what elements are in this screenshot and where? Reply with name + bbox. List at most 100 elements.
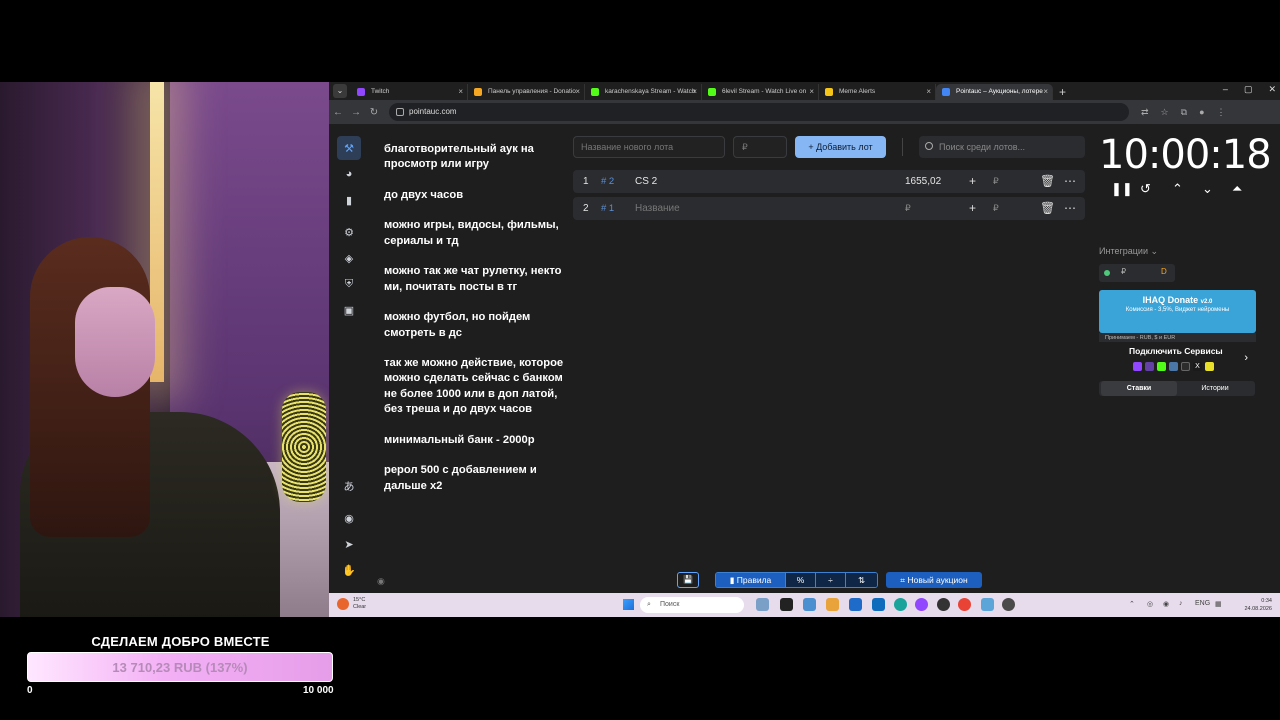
ihaq-donate-banner[interactable]: IHAQ Donate v2.0 Комиссия - 3,5%, Виджет… — [1099, 290, 1256, 333]
browser-tab[interactable]: Meme Alerts × — [819, 84, 936, 100]
split-icon[interactable]: ÷ — [816, 573, 846, 587]
translate-icon[interactable]: ⇄ — [1141, 107, 1149, 118]
network-icon[interactable]: ▦ — [1215, 600, 1222, 608]
lot-row[interactable]: 1 # 2 CS 2 1655,02 + ₽ 🗑 ⋯ — [573, 170, 1085, 193]
add-bid-icon[interactable]: + — [969, 170, 976, 193]
maximize-button[interactable]: ▢ — [1244, 84, 1253, 95]
tray-chevron-icon[interactable]: ⌃ — [1129, 600, 1135, 608]
app-icon[interactable] — [1002, 598, 1015, 611]
rules-line: можно так же чат рулетку, некто ми, почи… — [384, 265, 562, 293]
app-icon[interactable] — [780, 598, 793, 611]
add-lot-button[interactable]: + Добавить лот — [795, 136, 886, 158]
tab-close-icon[interactable]: × — [575, 84, 580, 100]
wheel-icon[interactable]: ◕ — [337, 162, 361, 186]
taskbar-search[interactable]: ⌕ Поиск — [640, 597, 744, 613]
lot-id-tag[interactable]: # 1 — [601, 197, 614, 220]
settings-gear-icon[interactable]: ⚙ — [337, 220, 361, 244]
tab-close-icon[interactable]: × — [692, 84, 697, 100]
lot-search-input[interactable]: Поиск среди лотов... — [919, 136, 1085, 158]
rules-button[interactable]: ▮ Правила — [716, 573, 786, 587]
address-bar: ← → ↻ pointauc.com ⇄ ☆ ⧉ ● ⋮ — [329, 100, 1280, 124]
app-icon[interactable] — [981, 598, 994, 611]
chrome-icon[interactable] — [958, 598, 971, 611]
url-field[interactable]: pointauc.com — [389, 103, 1129, 121]
auction-hammer-icon[interactable]: ⚒ — [337, 136, 361, 160]
new-auction-button[interactable]: ⌗ Новый аукцион — [886, 572, 982, 588]
browser-tab[interactable]: 6levil Stream - Watch Live on × — [702, 84, 819, 100]
delete-icon[interactable]: 🗑 — [1040, 170, 1055, 193]
time-double-up-icon[interactable]: ⏶ — [1232, 181, 1242, 197]
tab-bids[interactable]: Ставки — [1101, 381, 1177, 396]
browser-tab[interactable]: karachenskaya Stream - Watch × — [585, 84, 702, 100]
delete-icon[interactable]: 🗑 — [1040, 197, 1055, 220]
tab-close-icon[interactable]: × — [1043, 84, 1048, 100]
obs-icon[interactable] — [937, 598, 950, 611]
reset-icon[interactable]: ↺ — [1140, 181, 1151, 197]
tray-app-icon[interactable]: ◎ — [1147, 600, 1153, 608]
translate-language-icon[interactable]: あ — [337, 474, 361, 498]
clock[interactable]: 0:34 24.08.2026 — [1244, 597, 1272, 613]
lot-row[interactable]: 2 # 1 Название ₽ + ₽ 🗑 ⋯ — [573, 197, 1085, 220]
tab-search-button[interactable]: ⌄ — [333, 84, 347, 98]
github-icon[interactable]: ◉ — [337, 506, 361, 530]
store-icon[interactable] — [849, 598, 862, 611]
extensions-icon[interactable]: ⧉ — [1181, 107, 1187, 118]
library-icon[interactable]: ▣ — [337, 298, 361, 322]
tray-app-icon[interactable]: ◉ — [1163, 600, 1169, 608]
browser-tab[interactable]: Панель управления - Donatio × — [468, 84, 585, 100]
app-icon[interactable] — [915, 598, 928, 611]
lot-name[interactable]: CS 2 — [635, 170, 657, 193]
bookmark-star-icon[interactable]: ☆ — [1161, 107, 1169, 118]
explorer-icon[interactable] — [826, 598, 839, 611]
weather-state: Clear — [353, 604, 367, 610]
shield-icon[interactable]: ⛨ — [337, 272, 361, 296]
browser-tab[interactable]: Pointauc – Аукционы, лотере × — [936, 84, 1053, 100]
lot-name[interactable]: Название — [635, 197, 680, 220]
telegram-icon[interactable]: ➤ — [337, 532, 361, 556]
site-info-icon[interactable] — [396, 108, 404, 116]
lot-bid-input[interactable]: ₽ — [993, 197, 999, 220]
new-lot-name-input[interactable]: Название нового лота — [573, 136, 725, 158]
browser-menu-icon[interactable]: ⋮ — [1217, 107, 1226, 118]
connect-services[interactable]: Подключить Сервисы X › — [1099, 342, 1256, 376]
stats-icon[interactable]: ▮ — [337, 188, 361, 212]
time-up-icon[interactable]: ⌃ — [1172, 181, 1183, 197]
back-icon[interactable]: ← — [329, 107, 347, 118]
more-icon[interactable]: ⋯ — [1064, 170, 1076, 193]
reload-icon[interactable]: ↻ — [365, 107, 383, 118]
mic-icon[interactable]: ♪ — [1179, 600, 1183, 607]
lot-id-tag[interactable]: # 2 — [601, 170, 614, 193]
lang-indicator[interactable]: ENG — [1195, 600, 1210, 607]
new-tab-button[interactable]: + — [1053, 84, 1072, 100]
donate-hand-icon[interactable]: ✋ — [337, 558, 361, 582]
profile-icon[interactable]: ● — [1199, 107, 1204, 117]
integration-status[interactable]: ₽ D — [1099, 264, 1175, 282]
pause-icon[interactable]: ❚❚ — [1111, 181, 1133, 197]
lot-bid-input[interactable]: ₽ — [993, 170, 999, 193]
tab-close-icon[interactable]: × — [926, 84, 931, 100]
layers-icon[interactable]: ◈ — [337, 246, 361, 270]
forward-icon[interactable]: → — [347, 107, 365, 118]
minimize-button[interactable]: – — [1223, 84, 1228, 95]
eye-icon[interactable]: ◉ — [377, 576, 385, 587]
more-icon[interactable]: ⋯ — [1064, 197, 1076, 220]
browser-tab[interactable]: Twitch × — [351, 84, 468, 100]
weather-widget[interactable]: 15°C Clear — [337, 597, 366, 611]
start-icon[interactable] — [623, 599, 634, 610]
sort-icon[interactable]: ⇅ — [846, 573, 877, 587]
close-window-button[interactable]: ✕ — [1268, 84, 1276, 95]
integrations-toggle[interactable]: Интеграции ⌄ — [1099, 246, 1158, 257]
time-down-icon[interactable]: ⌄ — [1202, 181, 1213, 197]
taskview-icon[interactable] — [756, 598, 769, 611]
app-icon[interactable] — [803, 598, 816, 611]
add-bid-icon[interactable]: + — [969, 197, 976, 220]
tab-history[interactable]: Истории — [1177, 381, 1253, 396]
tab-close-icon[interactable]: × — [458, 84, 463, 100]
outlook-icon[interactable] — [872, 598, 885, 611]
save-button[interactable]: 💾 — [677, 572, 699, 588]
percent-button[interactable]: % — [786, 573, 816, 587]
tab-close-icon[interactable]: × — [809, 84, 814, 100]
chevron-right-icon[interactable]: › — [1244, 352, 1248, 364]
new-lot-price-input[interactable]: ₽ — [733, 136, 787, 158]
edge-icon[interactable] — [894, 598, 907, 611]
